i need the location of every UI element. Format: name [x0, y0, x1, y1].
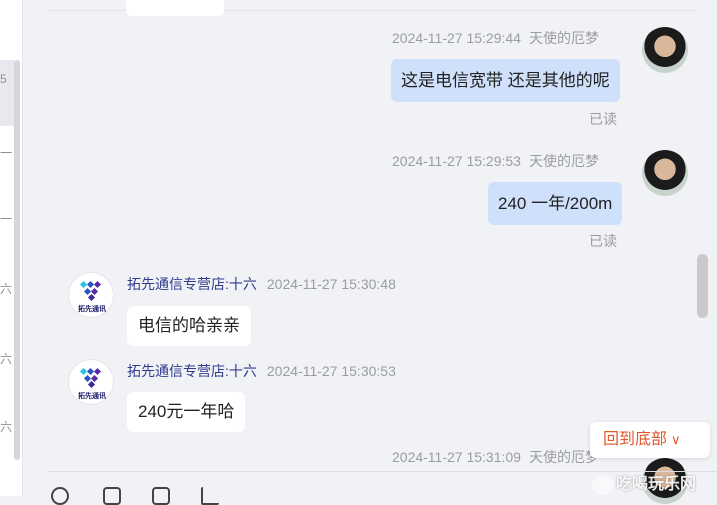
shop-logo-icon	[79, 280, 102, 302]
shop-avatar[interactable]: 拓先通讯	[68, 359, 114, 405]
message-bubble-other[interactable]: 240元一年哈	[127, 392, 246, 432]
message-bubble-self[interactable]: 这是电信宽带 还是其他的呢	[391, 59, 620, 102]
message-meta: 拓先通信专营店:十六 2024-11-27 15:30:48	[127, 274, 396, 294]
read-status: 已读	[589, 233, 617, 249]
conversation-list-fragment: 一	[0, 146, 13, 160]
message-nickname: 天使的厄梦	[528, 30, 599, 46]
conversation-list-selected-item[interactable]	[0, 60, 14, 126]
shop-avatar-text: 拓先通讯	[78, 306, 106, 313]
user-avatar[interactable]	[642, 27, 688, 73]
watermark-text: 吃喝玩乐网	[616, 476, 697, 493]
image-icon[interactable]	[103, 487, 121, 505]
message-nickname: 天使的厄梦	[528, 153, 599, 169]
conversation-list-fragment: 一	[0, 212, 13, 226]
chat-scrollbar[interactable]	[697, 254, 708, 318]
message-bubble-other[interactable]: 电信的哈亲亲	[127, 306, 251, 346]
conversation-list-fragment: 5	[0, 72, 7, 86]
message-timestamp: 2024-11-27 15:30:48	[266, 276, 396, 292]
back-to-bottom-label: 回到底部	[603, 431, 668, 448]
shop-avatar[interactable]: 拓先通讯	[68, 272, 114, 318]
back-to-bottom-button[interactable]: 回到底部 ∨	[590, 422, 710, 458]
previous-message-bubble-edge	[126, 0, 224, 16]
conversation-list-strip: 5 一 一 六 六 六	[0, 0, 23, 496]
message-timestamp: 2024-11-27 15:29:53	[392, 153, 521, 169]
shop-name[interactable]: 拓先通信专营店:十六	[127, 276, 257, 292]
conversation-list-fragment: 六	[0, 282, 13, 296]
file-icon[interactable]	[152, 487, 170, 505]
shop-logo-icon	[79, 367, 102, 389]
shop-avatar-text: 拓先通讯	[78, 393, 106, 400]
message-nickname: 天使的厄梦	[528, 449, 599, 465]
conversation-list-fragment: 六	[0, 420, 13, 434]
watermark: 吃喝玩乐网	[592, 470, 717, 496]
emoji-icon[interactable]	[51, 487, 69, 505]
user-avatar[interactable]	[642, 150, 688, 196]
conversation-list-scrollbar[interactable]	[14, 60, 20, 460]
chevron-down-icon: ∨	[671, 432, 681, 447]
message-timestamp: 2024-11-27 15:29:44	[392, 30, 521, 46]
message-meta: 2024-11-27 15:29:53 天使的厄梦	[392, 151, 599, 171]
message-meta: 2024-11-27 15:31:09 天使的厄梦	[392, 447, 599, 467]
scissors-icon[interactable]	[201, 487, 219, 505]
message-timestamp: 2024-11-27 15:31:09	[392, 449, 521, 465]
message-timestamp: 2024-11-27 15:30:53	[266, 363, 396, 379]
message-bubble-self[interactable]: 240 一年/200m	[488, 182, 623, 225]
shop-name[interactable]: 拓先通信专营店:十六	[127, 363, 257, 379]
watermark-logo-icon	[592, 474, 614, 495]
message-meta: 拓先通信专营店:十六 2024-11-27 15:30:53	[127, 361, 396, 381]
message-meta: 2024-11-27 15:29:44 天使的厄梦	[392, 28, 599, 48]
read-status: 已读	[589, 111, 617, 127]
conversation-list-fragment: 六	[0, 352, 13, 366]
